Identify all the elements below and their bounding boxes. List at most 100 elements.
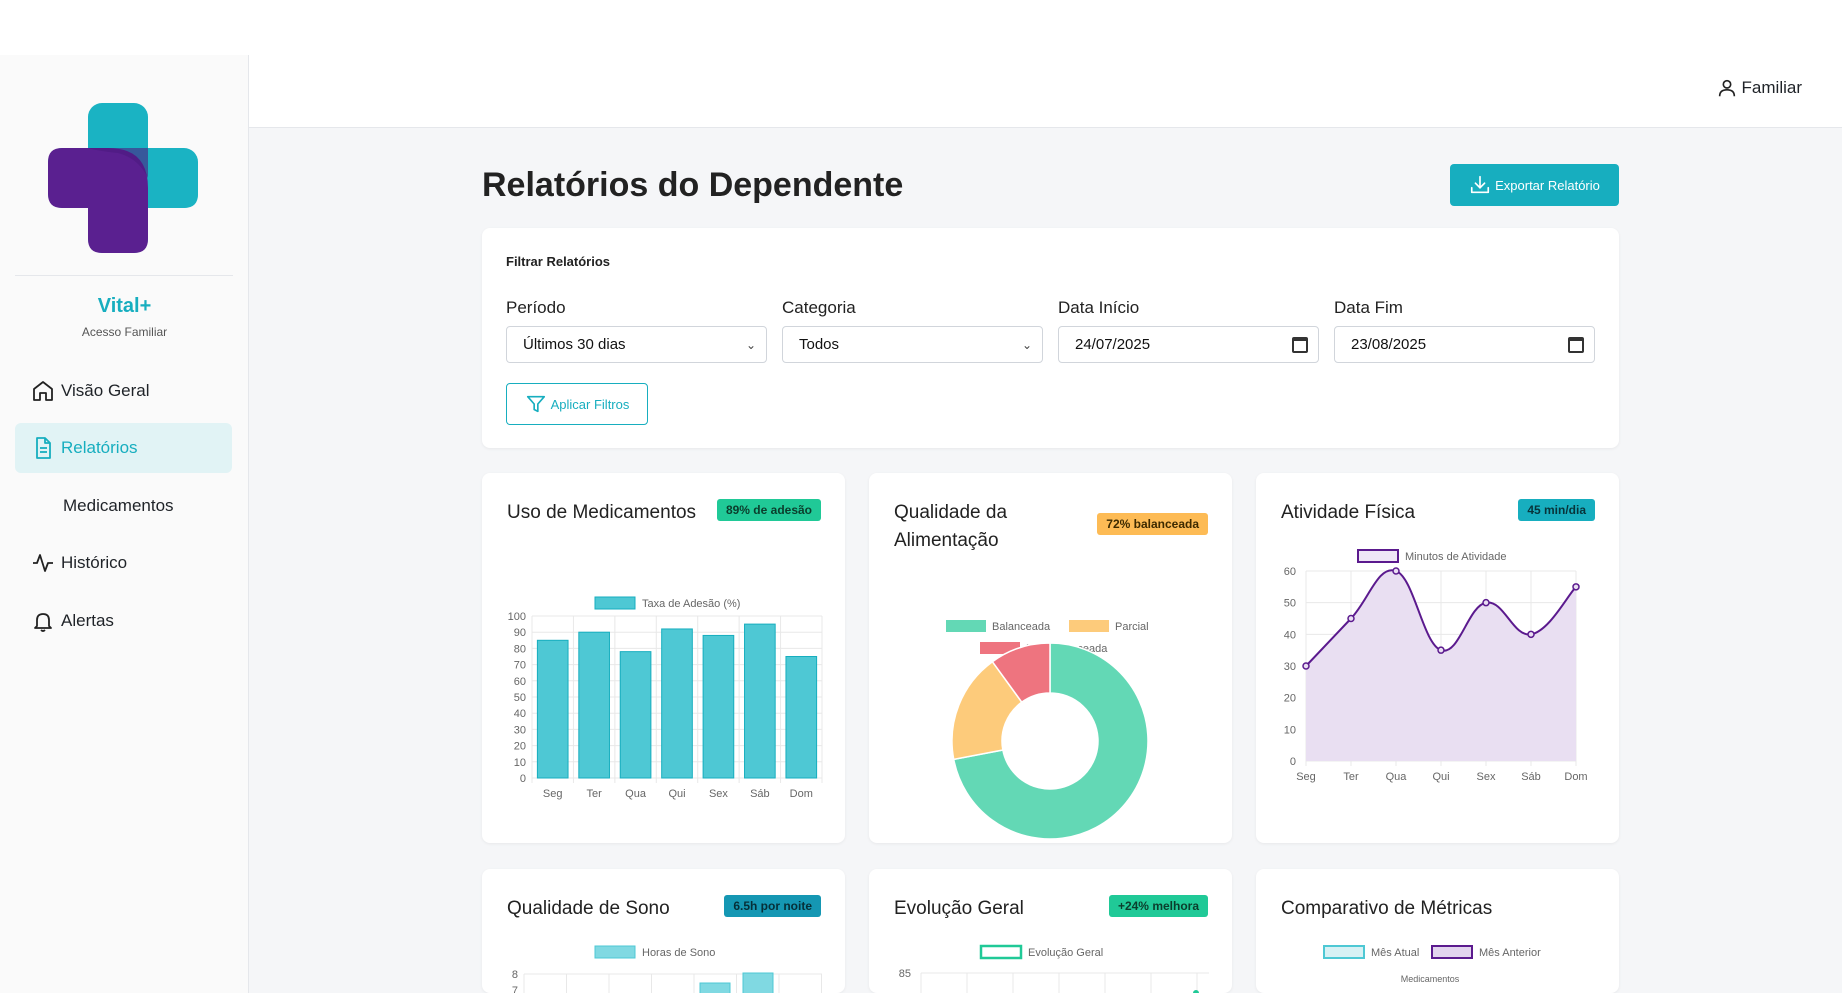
x-tick-label: Sáb bbox=[750, 788, 770, 800]
medication-card: Taxa de Adesão (%) 0 10 20 30 40 50 60 70 80 90 100… bbox=[482, 473, 845, 843]
logo-divider bbox=[15, 275, 233, 276]
home-icon bbox=[33, 381, 53, 401]
category-value: Todos bbox=[799, 336, 840, 353]
activity-badge: 45 min/dia bbox=[1518, 499, 1595, 521]
medication-chart: Taxa de Adesão (%) 0 10 20 30 40 50 60 70 80 90 100… bbox=[508, 596, 823, 800]
legend-swatch bbox=[1357, 549, 1399, 563]
x-tick-label: Sex bbox=[1477, 771, 1496, 783]
x-tick-label: Sex bbox=[709, 788, 728, 800]
filter-card: Filtrar Relatórios Período Últimos 30 di… bbox=[482, 228, 1619, 448]
y-tick-label: 20 bbox=[514, 741, 526, 753]
balance-badge: 72% balanceada bbox=[1097, 513, 1208, 535]
category-field: Categoria Todos ⌄ bbox=[782, 298, 1043, 363]
category-select[interactable]: Todos ⌄ bbox=[782, 326, 1043, 363]
apply-filters-button[interactable]: Aplicar Filtros bbox=[506, 383, 648, 425]
card-title: Comparativo de Métricas bbox=[1281, 898, 1493, 919]
sleep-chart: Horas de Sono 8 7 bbox=[512, 945, 822, 993]
evolution-chart: Evolução Geral 85 bbox=[899, 944, 1209, 993]
nav-item-label: Alertas bbox=[61, 611, 114, 630]
nav-item-visao-geral[interactable]: Visão Geral bbox=[15, 366, 232, 416]
x-tick-label: Seg bbox=[543, 788, 563, 800]
start-date-label: Data Início bbox=[1058, 298, 1140, 317]
nav-item-medicamentos[interactable]: Medicamentos bbox=[15, 481, 232, 531]
data-point bbox=[1527, 630, 1535, 639]
data-point bbox=[1482, 598, 1490, 607]
y-tick-label: 80 bbox=[514, 643, 526, 655]
end-date-input[interactable]: 23/08/2025 bbox=[1334, 326, 1595, 363]
sleep-card: Horas de Sono 8 7 Qualidade de Sono 6.5h p… bbox=[482, 869, 845, 993]
user-menu-button[interactable]: Familiar bbox=[1716, 77, 1802, 99]
x-tick-label: Dom bbox=[790, 788, 813, 800]
legend-label: Minutos de Atividade bbox=[1405, 551, 1507, 563]
axis-category-label: Medicamentos bbox=[1401, 974, 1460, 984]
nav-item-label: Visão Geral bbox=[61, 381, 150, 400]
y-tick-label: 8 bbox=[512, 969, 518, 981]
data-point bbox=[1302, 662, 1310, 670]
page-title: Relatórios do Dependente bbox=[482, 166, 904, 204]
data-point bbox=[1392, 567, 1400, 575]
x-tick-label: Qui bbox=[1432, 771, 1449, 783]
y-tick-label: 100 bbox=[508, 611, 526, 623]
nav-item-alertas[interactable]: Alertas bbox=[15, 596, 232, 646]
nav-item-historico[interactable]: Histórico bbox=[15, 538, 232, 588]
bar bbox=[619, 651, 652, 779]
card-title: Uso de Medicamentos bbox=[507, 502, 697, 523]
activity-card: Minutos de Atividade 0 10 20 30 40 50 60 Seg Ter Q… bbox=[1256, 473, 1619, 843]
data-point bbox=[1347, 614, 1355, 623]
legend-swatch bbox=[1431, 945, 1473, 959]
nav-item-relatorios[interactable]: Relatórios bbox=[15, 423, 232, 473]
download-icon bbox=[1471, 175, 1490, 194]
start-date-field: Data Início 24/07/2025 bbox=[1058, 298, 1319, 363]
file-text-icon bbox=[36, 437, 51, 459]
export-report-button[interactable]: Exportar Relatório bbox=[1450, 164, 1619, 206]
legend-label: Evolução Geral bbox=[1028, 947, 1103, 959]
legend-swatch bbox=[1323, 945, 1365, 959]
end-date-label: Data Fim bbox=[1334, 298, 1403, 317]
period-label: Período bbox=[506, 298, 566, 317]
improvement-badge: +24% melhora bbox=[1108, 895, 1208, 917]
x-tick-label: Qua bbox=[1386, 771, 1408, 783]
chevron-down-icon: ⌄ bbox=[745, 337, 756, 352]
card-title: Qualidade da Alimentação bbox=[894, 502, 1008, 551]
y-tick-label: 7 bbox=[512, 985, 518, 993]
y-tick-label: 20 bbox=[1284, 693, 1296, 705]
y-tick-label: 60 bbox=[1284, 566, 1296, 578]
legend-label: Taxa de Adesão (%) bbox=[642, 598, 740, 610]
period-select[interactable]: Últimos 30 dias ⌄ bbox=[506, 326, 767, 363]
user-label: Familiar bbox=[1741, 78, 1802, 97]
period-value: Últimos 30 dias bbox=[523, 336, 626, 353]
filter-icon bbox=[526, 395, 545, 413]
legend-swatch bbox=[594, 945, 636, 959]
top-header: Familiar bbox=[249, 55, 1842, 128]
legend-swatch bbox=[946, 620, 986, 632]
sleep-badge: 6.5h por noite bbox=[724, 895, 821, 917]
y-tick-label: 50 bbox=[1284, 598, 1296, 610]
x-tick-label: Dom bbox=[1564, 771, 1587, 783]
legend-label: Parcial bbox=[1115, 621, 1149, 633]
legend-swatch bbox=[594, 596, 636, 610]
legend-label: Mês Atual bbox=[1371, 947, 1419, 959]
y-tick-label: 10 bbox=[514, 757, 526, 769]
main-content: Relatórios do Dependente Exportar Relató… bbox=[249, 128, 1842, 993]
filter-title: Filtrar Relatórios bbox=[506, 254, 611, 269]
card-title: Atividade Física bbox=[1281, 502, 1416, 523]
y-tick-label: 0 bbox=[520, 773, 526, 785]
x-tick-label: Qui bbox=[668, 788, 685, 800]
y-tick-label: 70 bbox=[514, 660, 526, 672]
category-label: Categoria bbox=[782, 298, 856, 317]
calendar-icon[interactable] bbox=[1568, 336, 1584, 353]
brand-subtitle: Acesso Familiar bbox=[81, 325, 168, 339]
nav-item-label: Histórico bbox=[61, 553, 128, 572]
y-tick-label: 0 bbox=[1290, 756, 1296, 768]
y-tick-label: 10 bbox=[1284, 724, 1296, 736]
brand-name: Vital+ bbox=[97, 295, 152, 317]
y-tick-label: 30 bbox=[1284, 661, 1296, 673]
y-tick-label: 40 bbox=[514, 708, 526, 720]
data-point bbox=[1437, 646, 1445, 654]
sidebar: Vital+ Acesso Familiar Visão Geral Relat… bbox=[0, 55, 249, 993]
bar bbox=[536, 639, 569, 779]
legend-label: Balanceada bbox=[992, 621, 1051, 633]
start-date-input[interactable]: 24/07/2025 bbox=[1058, 326, 1319, 363]
legend-swatch bbox=[1069, 620, 1109, 632]
calendar-icon[interactable] bbox=[1292, 336, 1308, 353]
